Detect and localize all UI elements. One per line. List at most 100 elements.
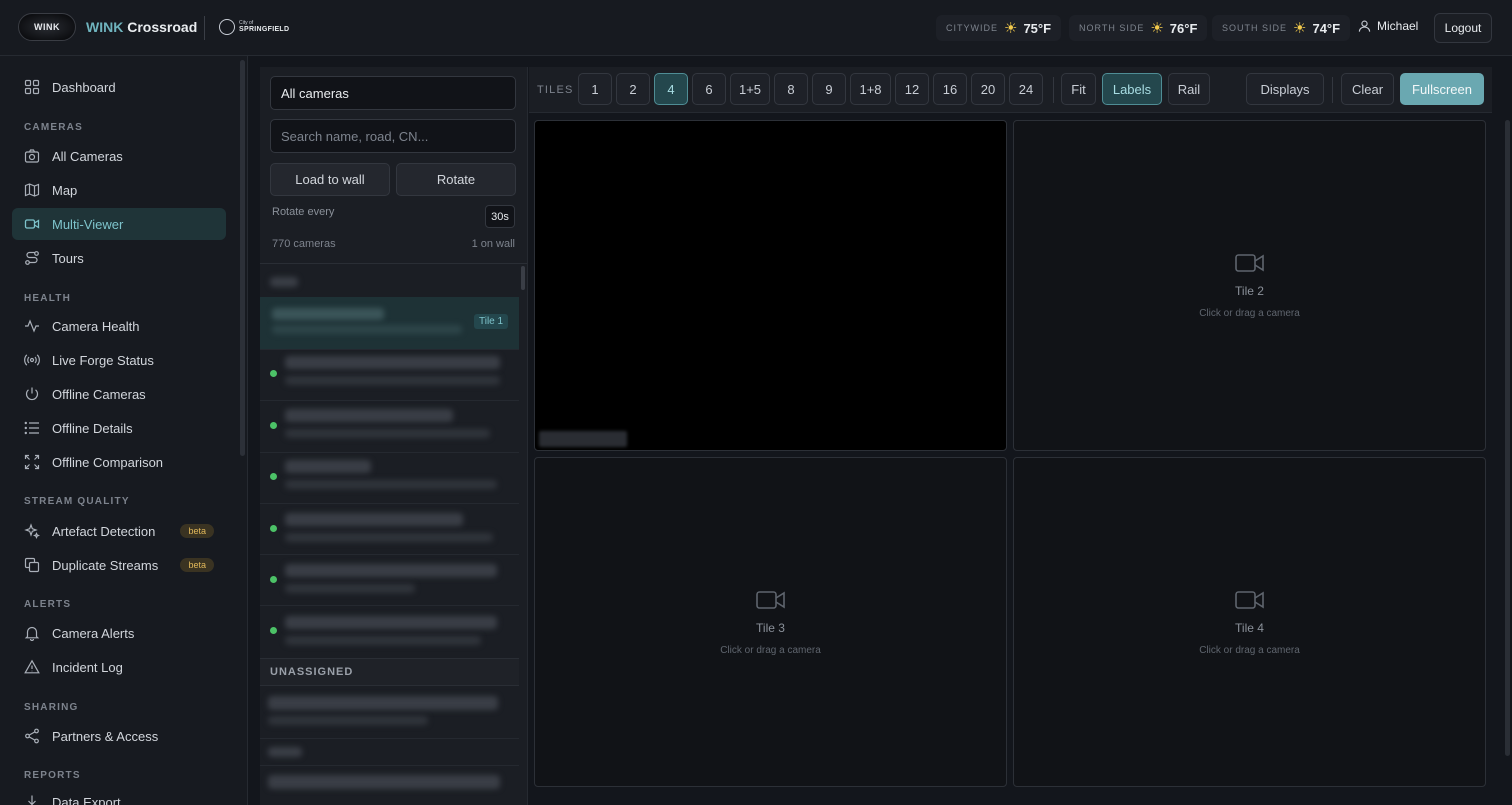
sidebar-item-tours[interactable]: Tours — [12, 242, 226, 274]
section-cameras: CAMERAS — [24, 122, 83, 133]
sidebar-item-offline-comparison[interactable]: Offline Comparison — [12, 446, 226, 478]
rotate-interval-input[interactable]: 30s — [485, 205, 515, 228]
sidebar-item-label: All Cameras — [52, 148, 123, 164]
video-tile-2[interactable]: Tile 2 Click or drag a camera — [1013, 120, 1486, 451]
top-header: WINK WINK Crossroad City of SPRINGFIELD … — [0, 0, 1512, 56]
list-item-redacted[interactable] — [268, 775, 500, 789]
sidebar: Dashboard CAMERAS All Cameras Map Multi-… — [0, 56, 248, 805]
user-menu[interactable]: Michael — [1358, 19, 1418, 33]
tile-layout-button[interactable]: 12 — [895, 73, 929, 105]
weather-label: NORTH SIDE — [1079, 23, 1145, 33]
load-to-wall-button[interactable]: Load to wall — [270, 163, 390, 196]
row-divider — [260, 452, 519, 453]
list-item-redacted — [285, 480, 497, 489]
camera-search-input[interactable]: Search name, road, CN... — [270, 119, 516, 153]
labels-toggle-button[interactable]: Labels — [1102, 73, 1162, 105]
tile-layout-button[interactable]: 1+8 — [850, 73, 891, 105]
list-item-redacted[interactable] — [268, 696, 498, 710]
video-tile-4[interactable]: Tile 4 Click or drag a camera — [1013, 457, 1486, 787]
sidebar-item-offline-details[interactable]: Offline Details — [12, 412, 226, 444]
sidebar-item-label: Offline Details — [52, 420, 133, 436]
sidebar-item-incident-log[interactable]: Incident Log — [12, 651, 226, 683]
sidebar-item-offline-cameras[interactable]: Offline Cameras — [12, 378, 226, 410]
list-item-redacted[interactable] — [285, 564, 497, 577]
sidebar-item-partners-access[interactable]: Partners & Access — [12, 720, 226, 752]
tile-layout-button[interactable]: 1 — [578, 73, 612, 105]
sidebar-item-label: Camera Health — [52, 318, 140, 334]
fit-button[interactable]: Fit — [1061, 73, 1096, 105]
row-divider — [260, 605, 519, 606]
sidebar-item-label: Artefact Detection — [52, 523, 156, 539]
list-item-redacted[interactable] — [285, 409, 453, 422]
tile-layout-button[interactable]: 2 — [616, 73, 650, 105]
tile-layout-button[interactable]: 24 — [1009, 73, 1043, 105]
sidebar-item-data-export[interactable]: Data Export — [12, 786, 226, 805]
tile-layout-button[interactable]: 6 — [692, 73, 726, 105]
list-item-redacted — [268, 716, 428, 725]
header-divider — [204, 16, 205, 40]
sidebar-item-map[interactable]: Map — [12, 174, 226, 206]
rotate-button[interactable]: Rotate — [396, 163, 516, 196]
sidebar-item-label: Duplicate Streams — [52, 557, 159, 573]
row-divider — [260, 503, 519, 504]
sidebar-item-multi-viewer[interactable]: Multi-Viewer — [12, 208, 226, 240]
row-divider — [260, 349, 519, 350]
camera-filter-select[interactable]: All cameras — [270, 76, 516, 110]
unassigned-group-header[interactable]: UNASSIGNED — [260, 658, 519, 686]
sidebar-item-artefact-detection[interactable]: Artefact Detection beta — [12, 515, 226, 547]
sidebar-item-label: Dashboard — [52, 79, 116, 95]
list-item-redacted — [285, 376, 500, 385]
tile-layout-button[interactable]: 1+5 — [730, 73, 770, 105]
city-name: SPRINGFIELD — [239, 26, 290, 33]
list-item-redacted[interactable] — [285, 460, 371, 473]
sidebar-item-label: Tours — [52, 250, 84, 266]
download-icon — [28, 795, 36, 805]
tile-layout-button[interactable]: 8 — [774, 73, 808, 105]
video-camera-icon — [24, 219, 40, 229]
online-status-dot — [270, 370, 277, 377]
user-name: Michael — [1377, 19, 1419, 33]
video-tile-3[interactable]: Tile 3 Click or drag a camera — [534, 457, 1007, 787]
list-item-redacted[interactable] — [285, 356, 500, 369]
tile-layout-button[interactable]: 4 — [654, 73, 688, 105]
fullscreen-button[interactable]: Fullscreen — [1400, 73, 1484, 105]
tile-camera-label-redacted — [539, 431, 627, 447]
list-item-redacted — [272, 308, 384, 320]
wink-logo[interactable]: WINK — [18, 13, 76, 41]
tile-layout-button[interactable]: 16 — [933, 73, 967, 105]
tile-layout-button[interactable]: 20 — [971, 73, 1005, 105]
sidebar-item-label: Incident Log — [52, 659, 123, 675]
toolbar-divider — [1053, 77, 1054, 103]
sidebar-scrollbar[interactable] — [240, 60, 245, 456]
sidebar-item-all-cameras[interactable]: All Cameras — [12, 140, 226, 172]
sidebar-item-duplicate-streams[interactable]: Duplicate Streams beta — [12, 549, 226, 581]
clear-button[interactable]: Clear — [1341, 73, 1394, 105]
logout-button[interactable]: Logout — [1434, 13, 1492, 43]
section-reports: REPORTS — [24, 770, 81, 781]
grid-icon — [24, 79, 40, 95]
beta-badge: beta — [180, 558, 214, 572]
rail-button[interactable]: Rail — [1168, 73, 1210, 105]
tile-layout-button[interactable]: 9 — [812, 73, 846, 105]
sidebar-item-label: Camera Alerts — [52, 625, 135, 641]
multiviewer-toolbar: TILES 1 2 4 6 1+5 8 9 1+8 12 16 20 24 Fit Labels Ra… — [529, 67, 1492, 113]
city-logo: City of SPRINGFIELD — [219, 19, 289, 35]
list-item-redacted[interactable] — [285, 513, 463, 526]
video-tile-1[interactable] — [534, 120, 1007, 451]
sidebar-item-camera-alerts[interactable]: Camera Alerts — [12, 617, 226, 649]
camera-list-scrollbar[interactable] — [521, 266, 525, 290]
sidebar-item-live-forge-status[interactable]: Live Forge Status — [12, 344, 226, 376]
video-camera-icon — [1234, 254, 1264, 272]
sun-icon: ☀ — [1150, 19, 1164, 37]
weather-north-side: NORTH SIDE ☀ 76°F — [1069, 15, 1208, 41]
list-item-redacted[interactable] — [285, 616, 497, 629]
sidebar-item-dashboard[interactable]: Dashboard — [12, 71, 226, 103]
main-scrollbar[interactable] — [1505, 120, 1510, 756]
weather-temp: 75°F — [1023, 20, 1052, 36]
tiles-label: TILES — [537, 84, 574, 96]
expand-icon — [24, 454, 40, 470]
row-divider — [260, 765, 519, 766]
sidebar-item-camera-health[interactable]: Camera Health — [12, 310, 226, 342]
displays-button[interactable]: Displays — [1246, 73, 1324, 105]
brand-name: Crossroad — [127, 19, 198, 35]
